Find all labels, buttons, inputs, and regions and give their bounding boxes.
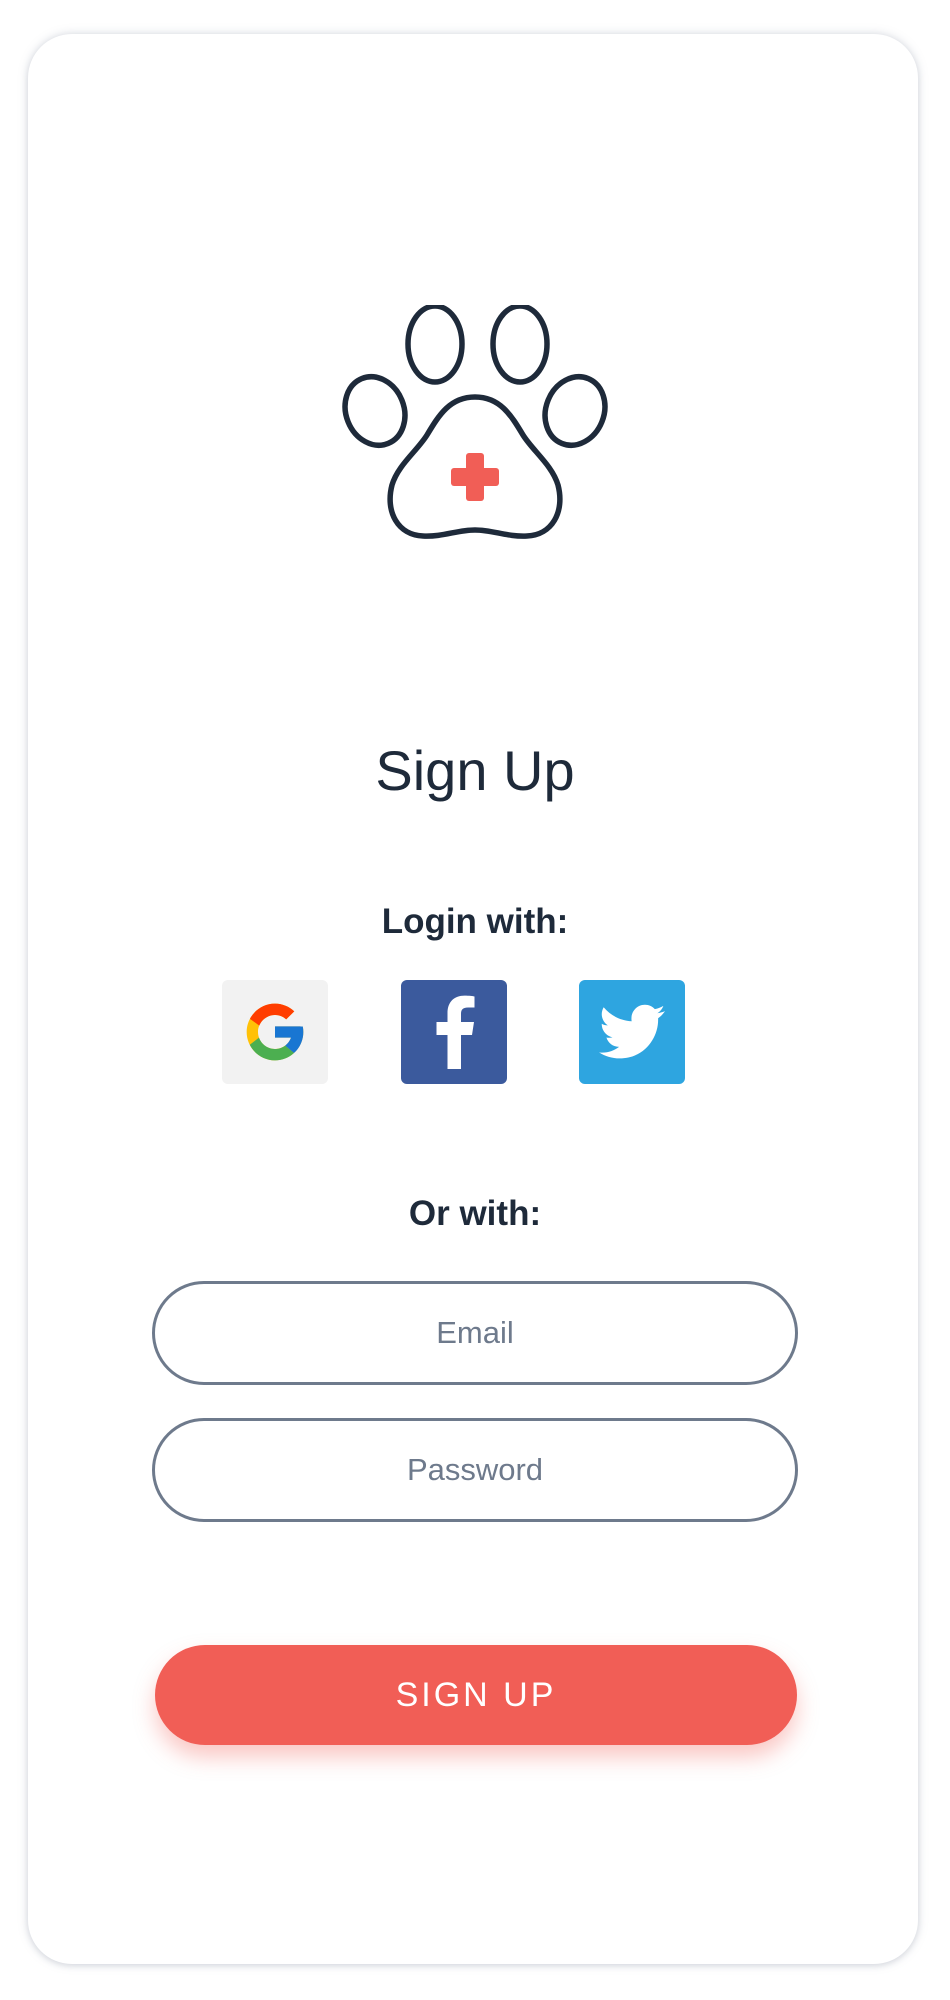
signup-button[interactable]: SIGN UP xyxy=(155,1645,797,1745)
twitter-icon xyxy=(599,1004,665,1059)
google-login-button[interactable] xyxy=(222,980,328,1084)
paw-logo-icon xyxy=(342,305,608,539)
password-field[interactable] xyxy=(152,1418,798,1522)
twitter-login-button[interactable] xyxy=(579,980,685,1084)
social-login-heading: Login with: xyxy=(381,902,569,941)
page-title: Sign Up xyxy=(375,739,575,802)
facebook-icon xyxy=(436,995,475,1069)
form-heading: Or with: xyxy=(408,1194,542,1233)
facebook-login-button[interactable] xyxy=(401,980,507,1084)
email-field[interactable] xyxy=(152,1281,798,1385)
google-icon xyxy=(246,1003,304,1061)
